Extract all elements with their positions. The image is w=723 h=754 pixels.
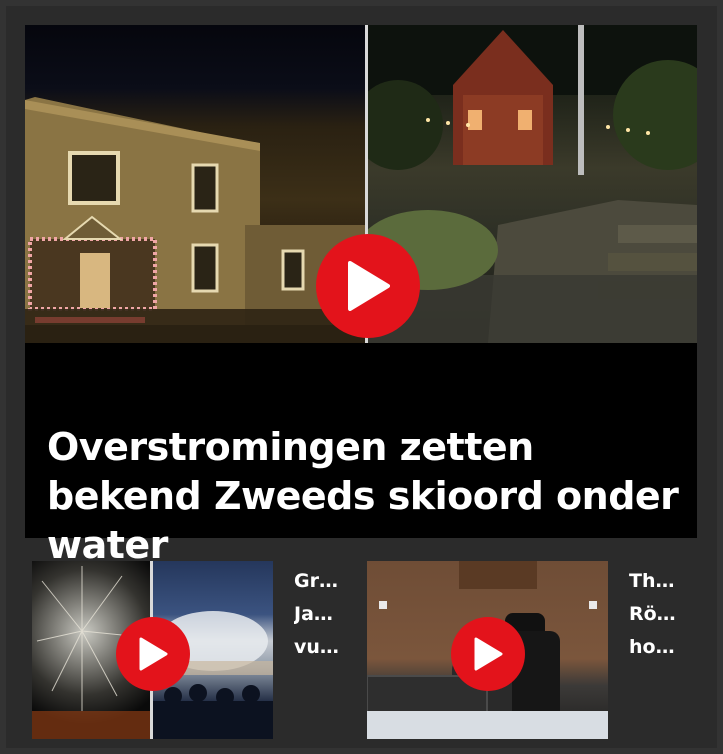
main-video-title[interactable]: Overstromingen zetten bekend Zweeds skio… [47,423,687,570]
play-icon [348,261,390,311]
related-video-thumbnail-2[interactable] [367,561,608,739]
related-video-card-1[interactable]: Gr… Ja… vu… [32,561,342,739]
related-video-title-1[interactable]: Gr… Ja… vu… [294,565,364,664]
main-play-button[interactable] [316,234,420,338]
related-video-card-2[interactable]: Th… Rö… ho… [367,561,687,739]
related-video-title-2[interactable]: Th… Rö… ho… [629,565,699,664]
related-video-thumbnail-1[interactable] [32,561,273,739]
related-play-button-1[interactable] [116,617,190,691]
main-video-thumbnail[interactable] [25,25,697,343]
flooded-building-image [25,25,365,343]
related-play-button-2[interactable] [451,617,525,691]
main-video-card[interactable]: Overstromingen zetten bekend Zweeds skio… [25,25,697,567]
play-icon [474,637,503,671]
play-icon [139,637,168,671]
